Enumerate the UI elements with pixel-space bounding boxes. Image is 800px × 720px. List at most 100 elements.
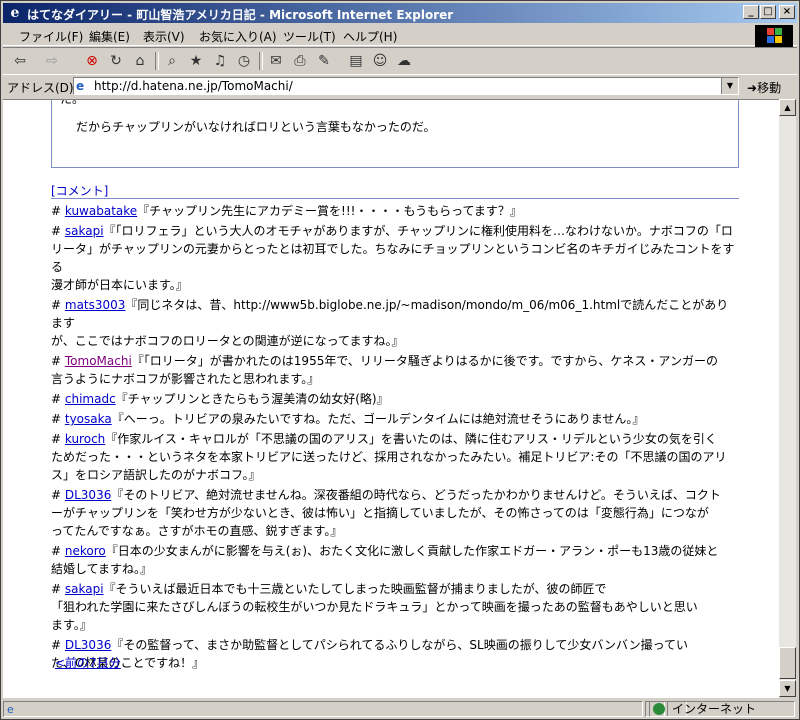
comment-user-link[interactable]: kuwabatake [65,204,137,218]
comment-text: 「狙われた学園に来たさびしんぼうの転校生がいつか見たドラキュラ」とかって映画を撮… [51,600,698,614]
comment-text: 『そういえば最近日本でも十三歳といたしてしまった映画監督が捕まりましたが、彼の師… [103,582,607,596]
comment-text: ためだった・・・というネタを本家トリビアに送ったけど、採用されなかったみたい。補… [51,450,727,464]
prev-7-days-link[interactable]: <前の7日分 [55,654,121,671]
comment-item: # DL3036『その監督って、まさか助監督としてパシられてるふりしながら、SL… [51,636,739,672]
comment-hash: # [51,638,65,652]
refresh-icon[interactable]: ↻ [107,52,125,70]
menu-file[interactable]: ファイル(F) [19,28,83,45]
comment-list: # kuwabatake『チャップリン先生にアカデミー賞を!!!・・・・もうもら… [51,202,739,674]
comment-text: 結婚してますね。』 [51,562,153,576]
article-box: た。 だからチャップリンがいなければロリという言葉もなかったのだ。 [51,100,739,168]
comment-user-link[interactable]: sakapi [65,224,104,238]
comment-text: 『日本の少女まんがに影響を与え(ぉ)、おたく文化に激しく貢献した作家エドガー・ア… [105,544,719,558]
comment-user-link[interactable]: DL3036 [65,638,111,652]
globe-icon [653,703,665,715]
menu-tools[interactable]: ツール(T) [283,28,336,45]
history-icon[interactable]: ◷ [235,52,253,70]
vertical-scrollbar[interactable]: ▲ ▼ [779,99,796,697]
comment-user-link[interactable]: chimadc [65,392,116,406]
comment-text: 『そのトリビア、絶対流せませんね。深夜番組の時代なら、どうだったかわかりませんけ… [111,488,721,502]
comment-link[interactable]: [コメント] [51,182,108,199]
comment-text: 『へーっ。トリビアの泉みたいですね。ただ、ゴールデンタイムには絶対流せそうにあり… [111,412,645,426]
menu-view[interactable]: 表示(V) [143,28,185,45]
comment-text: 『作家ルイス・キャロルが「不思議の国のアリス」を書いたのは、隣に住むアリス・リデ… [105,432,717,446]
comment-text: ス」をロシア語訳したのがナボコフ。』 [51,468,261,482]
address-label: アドレス(D) [7,81,74,95]
comment-text: ます。』 [51,618,92,632]
windows-logo-icon [755,25,793,47]
maximize-button[interactable]: □ [760,5,776,19]
go-arrow-icon: ➜ [747,81,758,95]
comment-hash: # [51,392,65,406]
page-viewport: た。 だからチャップリンがいなければロリという言葉もなかったのだ。 [コメント]… [3,99,779,698]
discuss-icon[interactable]: ▤ [347,52,365,70]
comment-item: # nekoro『日本の少女まんがに影響を与え(ぉ)、おたく文化に激しく貢献した… [51,542,739,578]
comment-hash: # [51,412,65,426]
scroll-thumb[interactable] [779,647,796,679]
go-button[interactable]: ➜移動 [747,79,781,96]
comment-hash: # [51,544,65,558]
comment-hash: # [51,488,65,502]
page-icon: e [76,79,85,93]
address-bar: アドレス(D) e http://d.hatena.ne.jp/TomoMach… [3,74,797,99]
edit-icon[interactable]: ✎ [315,52,333,70]
comment-item: # DL3036『そのトリビア、絶対流せませんね。深夜番組の時代なら、どうだった… [51,486,739,540]
divider [51,198,739,199]
menu-favorites[interactable]: お気に入り(A) [199,28,277,45]
messenger-icon[interactable]: ☺ [371,52,389,70]
print-icon[interactable]: ⎙ [291,52,309,70]
stop-icon[interactable]: ⊗ [83,52,101,70]
comment-item: # sakapi『そういえば最近日本でも十三歳といたしてしまった映画監督が捕まり… [51,580,739,634]
chevron-down-icon[interactable]: ▼ [721,78,738,94]
menu-help[interactable]: ヘルプ(H) [343,28,397,45]
browser-window: e はてなダイアリー - 町山智浩アメリカ日記 - Microsoft Inte… [0,0,800,720]
comment-hash: # [51,298,65,312]
comment-user-link[interactable]: kuroch [65,432,105,446]
comment-text: 『同じネタは、昔、http://www5b.biglobe.ne.jp/~mad… [51,298,729,330]
comment-item: # kuroch『作家ルイス・キャロルが「不思議の国のアリス」を書いたのは、隣に… [51,430,739,484]
comment-text: 言うようにナボコフが影響されたと思われます。』 [51,372,320,386]
media-icon[interactable]: ♫ [211,52,229,70]
comment-hash: # [51,582,65,596]
comment-item: # sakapi『「ロリフェラ」という大人のオモチャがありますが、チャップリンに… [51,222,739,294]
comment-text: リータ」がチャップリンの元妻からとったとは初耳でした。ちなみにチョップリンという… [51,242,735,274]
menu-edit[interactable]: 編集(E) [89,28,130,45]
title-bar: e はてなダイアリー - 町山智浩アメリカ日記 - Microsoft Inte… [3,3,797,23]
scroll-down-icon[interactable]: ▼ [779,680,796,697]
comment-user-link[interactable]: DL3036 [65,488,111,502]
mail-icon[interactable]: ✉ [267,52,285,70]
toolbar: ⇦ ⇨ ⊗ ↻ ⌂ ⌕ ★ ♫ ◷ ✉ ⎙ ✎ ▤ ☺ ☁ [3,47,797,75]
article-text: だからチャップリンがいなければロリという言葉もなかったのだ。 [76,120,436,134]
back-icon[interactable]: ⇦ [11,52,29,70]
address-url: http://d.hatena.ne.jp/TomoMachi/ [94,79,293,93]
security-zone: インターネット [649,701,795,717]
address-input[interactable]: e http://d.hatena.ne.jp/TomoMachi/ ▼ [73,77,739,95]
status-text: e [3,701,643,717]
comment-item: # TomoMachi『「ロリータ」が書かれたのは1955年で、リリータ騒ぎより… [51,352,739,388]
comment-user-link[interactable]: mats3003 [65,298,126,312]
home-icon[interactable]: ⌂ [131,52,149,70]
scroll-up-icon[interactable]: ▲ [779,99,796,116]
go-label: 移動 [757,81,782,95]
comment-user-link[interactable]: TomoMachi [65,354,132,368]
related-icon[interactable]: ☁ [395,52,413,70]
comment-item: # tyosaka『へーっ。トリビアの泉みたいですね。ただ、ゴールデンタイムには… [51,410,739,428]
close-button[interactable]: × [779,5,795,19]
comment-item: # mats3003『同じネタは、昔、http://www5b.biglobe.… [51,296,739,350]
comment-hash: # [51,224,65,238]
comment-hash: # [51,432,65,446]
comment-text: 漫才師が日本にいます。』 [51,278,188,292]
comment-hash: # [51,354,65,368]
comment-user-link[interactable]: tyosaka [65,412,112,426]
forward-icon[interactable]: ⇨ [43,52,61,70]
comment-user-link[interactable]: sakapi [65,582,104,596]
search-icon[interactable]: ⌕ [163,52,181,70]
page-done-icon: e [7,703,14,716]
comment-text: 『チャップリン先生にアカデミー賞を!!!・・・・もうもらってます？』 [137,204,522,218]
comment-text: ってたんですなぁ。さすがホモの直感、鋭すぎます。』 [51,524,343,538]
comment-user-link[interactable]: nekoro [65,544,106,558]
toolbar-separator [155,52,159,70]
favorites-icon[interactable]: ★ [187,52,205,70]
comment-text: が、ここではナボコフのロリータとの関連が逆になってますね。』 [51,334,404,348]
minimize-button[interactable]: _ [743,5,759,19]
